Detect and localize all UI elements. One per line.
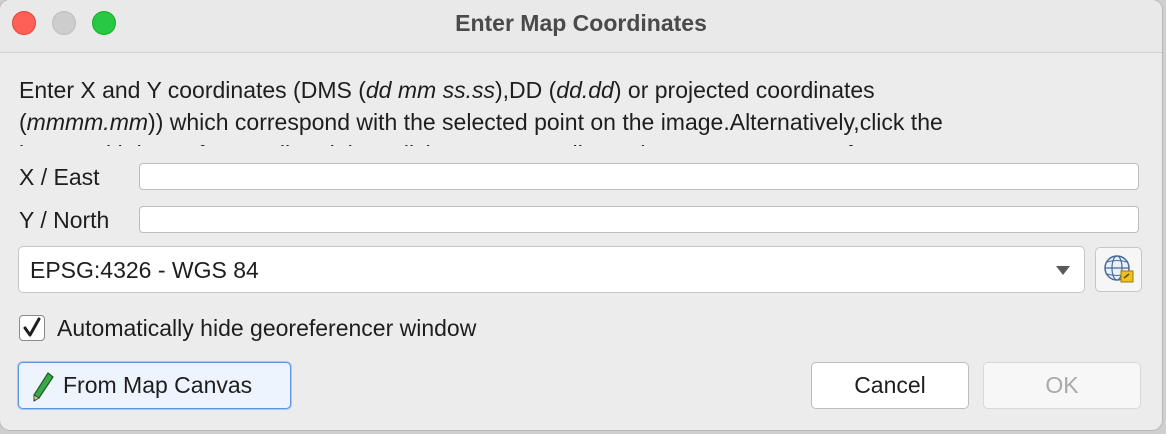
x-east-label: X / East [19,164,100,190]
instructions-text-part: ( [19,109,27,135]
y-north-label: Y / North [19,207,110,233]
instructions-line-1: Enter X and Y coordinates (DMS (dd mm ss… [19,74,1139,106]
ok-button[interactable]: OK [983,362,1141,409]
projected-format-text: mmmm.mm [26,109,149,135]
title-bar: Enter Map Coordinates [0,0,1162,53]
pencil-icon [33,372,54,402]
chevron-down-icon [1056,266,1070,275]
instructions-text-part: ) or projected coordinates [613,77,875,103]
auto-hide-label[interactable]: Automatically hide georeferencer window [57,315,476,342]
dd-format-text: dd.dd [556,77,614,103]
globe-crs-icon [1104,255,1134,283]
crs-selected-value: EPSG:4326 - WGS 84 [30,257,259,283]
crs-select[interactable]: EPSG:4326 - WGS 84 [18,246,1085,293]
cancel-button[interactable]: Cancel [811,362,969,409]
instructions-text-part: )) which correspond with the selected po… [148,109,943,135]
instructions-text: Enter X and Y coordinates (DMS (dd mm ss… [19,74,1139,146]
instructions-text-part: Enter X and Y coordinates (DMS ( [19,77,366,103]
from-map-canvas-label: From Map Canvas [63,372,253,398]
from-map-canvas-button[interactable]: From Map Canvas [18,362,291,409]
instructions-line-3: button with icon of a pencil and then cl… [19,138,1139,146]
y-north-input[interactable] [139,206,1139,233]
instructions-text-part: ),DD ( [494,77,557,103]
enter-map-coordinates-dialog: Enter Map Coordinates Enter X and Y coor… [0,0,1162,430]
dms-format-text: dd mm ss.ss [365,77,495,103]
instructions-line-2: (mmmm.mm)) which correspond with the sel… [19,106,1139,138]
crs-selector-button[interactable] [1095,247,1142,292]
checkmark-icon [23,317,41,337]
auto-hide-checkbox[interactable] [19,315,45,341]
window-title: Enter Map Coordinates [455,10,707,36]
x-east-input[interactable] [139,163,1139,190]
